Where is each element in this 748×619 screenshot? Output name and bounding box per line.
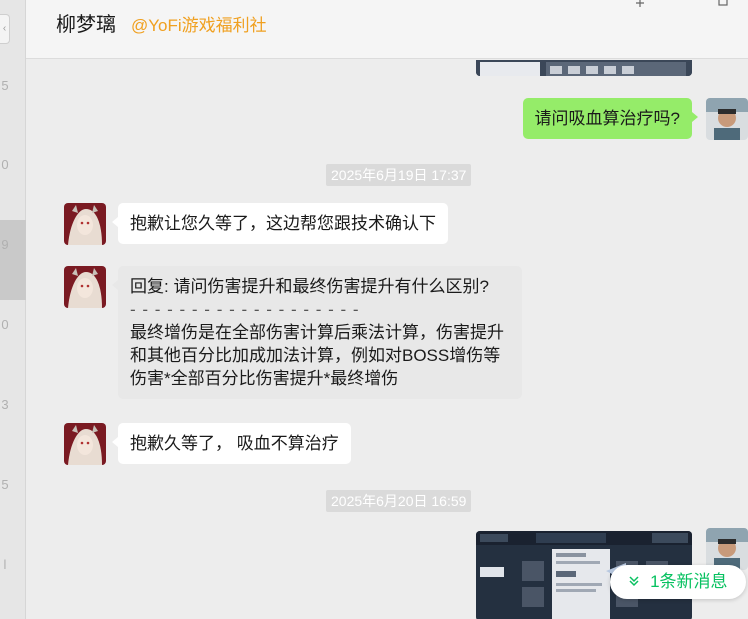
message-bubble-reply[interactable]: 回复: 请问伤害提升和最终伤害提升有什么区别? - - - - - - - - …	[112, 266, 522, 399]
message-list[interactable]: 请问吸血算治疗吗? 2025年6月19日 17:37 抱歉让您久等了，这边帮您跟…	[26, 60, 748, 619]
list-fragment: 9	[1, 237, 9, 252]
image-message-previous[interactable]	[476, 60, 692, 76]
message-bubble-received[interactable]: 抱歉让您久等了，这边帮您跟技术确认下	[112, 203, 448, 244]
avatar-contact[interactable]	[64, 266, 106, 308]
anime-character-avatar-icon	[64, 266, 106, 308]
list-fragment: 5	[1, 477, 9, 492]
avatar-contact[interactable]	[64, 203, 106, 245]
chat-title-tag: @YoFi游戏福利社	[131, 16, 267, 35]
list-fragment: 5	[1, 78, 9, 93]
list-fragment: 0	[1, 157, 9, 172]
avatar-contact[interactable]	[64, 423, 106, 465]
new-message-button[interactable]: 1条新消息	[610, 565, 746, 599]
new-message-label: 1条新消息	[650, 572, 728, 591]
pin-icon[interactable]	[634, 0, 646, 10]
list-fragment: 3	[1, 397, 9, 412]
double-chevron-down-icon	[628, 575, 644, 590]
window-icon[interactable]	[718, 0, 728, 10]
user-photo-icon	[706, 528, 748, 570]
anime-character-avatar-icon	[64, 423, 106, 465]
message-bubble-received[interactable]: 抱歉久等了， 吸血不算治疗	[112, 423, 351, 464]
quoted-text: 回复: 请问伤害提升和最终伤害提升有什么区别?	[130, 277, 489, 296]
game-screenshot-thumbnail	[476, 60, 692, 76]
collapse-tab[interactable]: ‹	[0, 14, 10, 44]
list-fragment: l	[3, 557, 7, 572]
avatar-self[interactable]	[706, 528, 748, 570]
timestamp: 2025年6月19日 17:37	[326, 164, 472, 186]
chat-header: 柳梦璃 @YoFi游戏福利社	[26, 0, 748, 59]
timestamp: 2025年6月20日 16:59	[326, 490, 472, 512]
message-bubble-sent[interactable]: 请问吸血算治疗吗?	[522, 98, 699, 139]
chat-title[interactable]: 柳梦璃	[56, 8, 116, 37]
selected-contact-highlight[interactable]	[0, 220, 26, 300]
user-photo-icon	[706, 98, 748, 140]
list-fragment: 0	[1, 317, 9, 332]
avatar-self[interactable]	[706, 98, 748, 140]
anime-character-avatar-icon	[64, 203, 106, 245]
quote-separator: - - - - - - - - - - - - - - - - - - -	[130, 300, 360, 319]
contact-list-edge: ‹ 5 0 9 0 3 5 l	[0, 0, 26, 619]
reply-text: 最终增伤是在全部伤害计算后乘法计算，伤害提升和其他百分比加成加法计算，例如对BO…	[130, 323, 504, 388]
